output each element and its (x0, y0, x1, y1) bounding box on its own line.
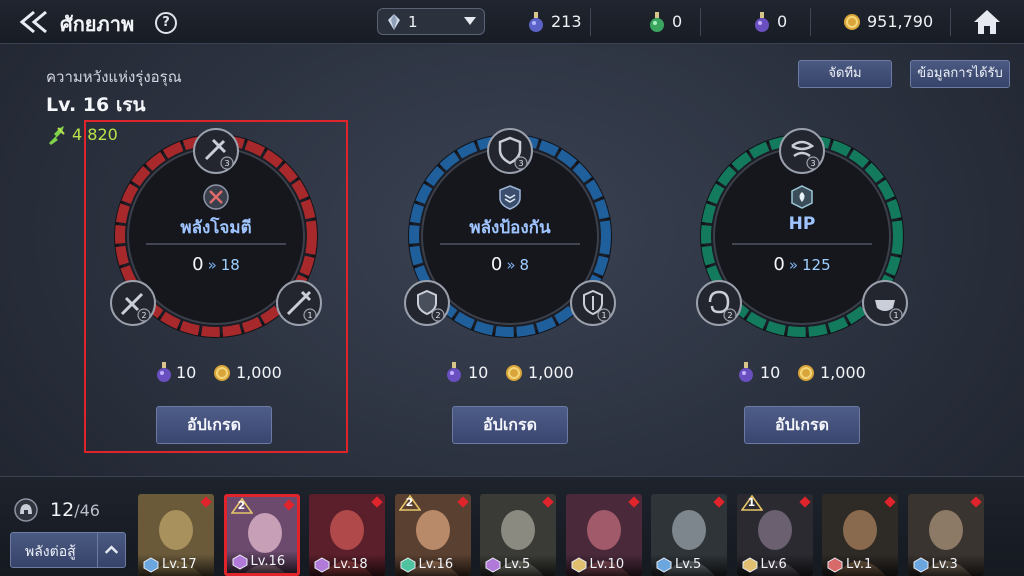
hero-level: Lv.17 (162, 557, 197, 572)
hero-card[interactable]: Lv.17 (138, 494, 214, 576)
rank-badge: 2 (397, 494, 422, 512)
purple-potion-icon (755, 12, 769, 32)
upgrade-defense-button[interactable]: อัปเกรด (452, 406, 568, 444)
class-icon (143, 557, 159, 573)
svg-text:3: 3 (810, 159, 815, 168)
helmet-icon (14, 498, 38, 522)
purple-potion-icon (739, 362, 753, 382)
defense-node-3-icon[interactable]: 3 (485, 126, 535, 176)
dropdown-value: 1 (408, 13, 418, 31)
hero-level: Lv.1 (846, 557, 873, 572)
hero-level: Lv.16 (250, 554, 286, 569)
class-icon (913, 557, 928, 573)
help-icon[interactable]: ? (155, 12, 177, 34)
hero-level-bar: Lv.16 (226, 551, 297, 573)
svg-text:3: 3 (518, 159, 523, 168)
defense-node-1-icon[interactable]: 1 (568, 278, 618, 328)
defense-icon (499, 185, 521, 210)
purple-potion-icon (447, 362, 461, 382)
hero-card[interactable]: Lv.1 (822, 494, 898, 576)
hp-node-3-icon[interactable]: 3 (777, 126, 827, 176)
hero-subtitle: ความหวังแห่งรุ่งอรุณ (46, 68, 182, 86)
hero-card[interactable]: Lv.6 1 (736, 494, 813, 576)
defense-potential-panel: พลังป้องกัน 0» 8 3 2 1 10 1,000 อัปเกรด (400, 126, 620, 456)
hero-card[interactable]: Lv.16 2 (394, 494, 471, 576)
hero-card[interactable]: Lv.18 (309, 494, 385, 576)
hero-card[interactable]: Lv.3 (907, 494, 984, 576)
hero-level: Lv.16 (418, 557, 454, 572)
hero-level-bar: Lv.1 (822, 554, 898, 576)
hero-level-bar: Lv.17 (138, 554, 214, 576)
divider (700, 8, 701, 36)
class-icon (827, 557, 843, 573)
svg-text:1: 1 (893, 311, 898, 320)
top-bar: ศักยภาพ ? 1 213 0 0 951,790 (0, 0, 1024, 44)
hero-level: Lv.18 (333, 557, 368, 572)
hero-level: Lv.3 (931, 557, 958, 572)
combat-power-icon (49, 126, 65, 145)
divider (950, 8, 951, 36)
home-icon[interactable] (972, 8, 1002, 36)
acquisition-info-button[interactable]: ข้อมูลการได้รับ (910, 60, 1010, 88)
stat-values: 0» 8 (490, 254, 530, 275)
potion-type-dropdown[interactable]: 1 (377, 8, 485, 35)
hp-potential-panel: HP 0» 125 3 2 1 10 1,000 อัปเกรด (692, 126, 912, 456)
upgrade-cost: 10 1,000 (400, 360, 620, 386)
hero-level-bar: Lv.6 (736, 554, 813, 576)
class-icon (742, 557, 757, 573)
stat-name: HP (788, 214, 816, 234)
hp-icon (791, 185, 813, 209)
gold-coin-icon (798, 365, 814, 381)
hero-level-bar: Lv.5 (651, 554, 727, 576)
gold-coin-icon (506, 365, 522, 381)
divider (590, 8, 591, 36)
svg-text:1: 1 (601, 311, 606, 320)
upgrade-hp-button[interactable]: อัปเกรด (744, 406, 860, 444)
hero-level: Lv.5 (675, 557, 702, 572)
hero-level: Lv.6 (760, 557, 787, 572)
class-icon (232, 554, 247, 570)
sort-by-power-button[interactable]: พลังต่อสู้ (10, 532, 126, 568)
hero-card[interactable]: Lv.16 2 (223, 494, 300, 576)
back-arrow-icon[interactable] (18, 8, 52, 36)
rank-badge: 1 (739, 494, 764, 512)
hero-card[interactable]: Lv.5 (651, 494, 727, 576)
hero-roster-bar: 12/46 พลังต่อสู้ Lv.17 Lv.16 2 Lv.18 Lv.16 2 L… (0, 476, 1024, 576)
hero-card[interactable]: Lv.5 (480, 494, 556, 576)
hero-level-bar: Lv.5 (480, 554, 556, 576)
chevron-up-icon (97, 533, 119, 567)
green-potion-icon (650, 12, 664, 32)
gem-icon (388, 14, 400, 30)
hero-level: Lv.10 (589, 557, 625, 572)
stat-name: พลังป้องกัน (469, 218, 551, 238)
selection-highlight (84, 120, 348, 453)
hero-level-bar: Lv.3 (907, 554, 984, 576)
hero-card[interactable]: Lv.10 (565, 494, 642, 576)
class-icon (485, 557, 501, 573)
defense-node-2-icon[interactable]: 2 (402, 278, 452, 328)
page-title: ศักยภาพ (60, 12, 135, 36)
class-icon (571, 557, 586, 573)
stat-values: 0» 125 (773, 254, 831, 275)
rank-badge: 2 (229, 497, 254, 515)
gold-coin-icon (844, 14, 860, 30)
upgrade-cost: 10 1,000 (692, 360, 912, 386)
class-icon (314, 557, 330, 573)
hero-level-name: Lv. 16 เรน (46, 94, 146, 116)
hero-level-bar: Lv.18 (309, 554, 385, 576)
hero-level-bar: Lv.16 (394, 554, 471, 576)
class-icon (656, 557, 672, 573)
hp-node-2-icon[interactable]: 2 (694, 278, 744, 328)
blue-potion-icon (529, 12, 543, 32)
hero-level: Lv.5 (504, 557, 531, 572)
svg-text:2: 2 (435, 311, 440, 320)
svg-text:2: 2 (727, 311, 732, 320)
class-icon (400, 557, 415, 573)
hero-level-bar: Lv.10 (565, 554, 642, 576)
roster-count: 12/46 (50, 499, 100, 521)
divider (810, 8, 811, 36)
team-button[interactable]: จัดทีม (798, 60, 892, 88)
chevron-down-icon (464, 17, 476, 25)
hp-node-1-icon[interactable]: 1 (860, 278, 910, 328)
